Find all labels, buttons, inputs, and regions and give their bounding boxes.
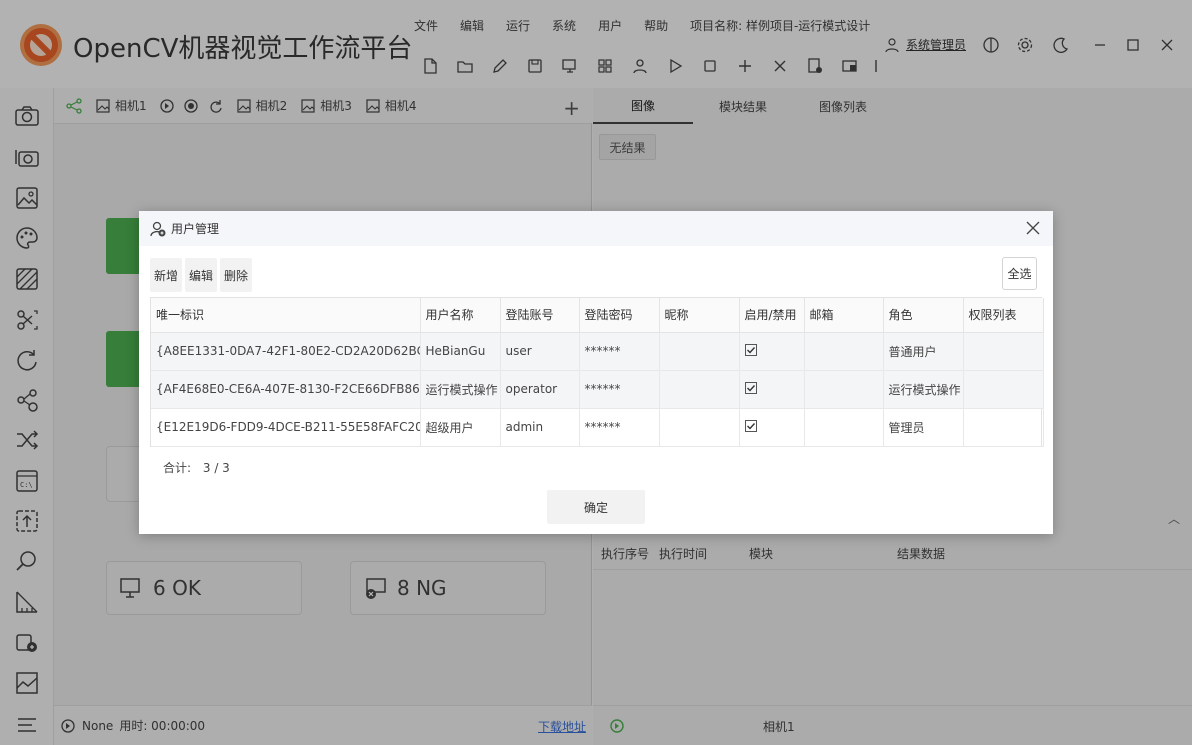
user-management-dialog: 用户管理 新增 编辑 删除 全选 唯一标识 用户名称 登陆账号 登陆密码 昵称 … [139,211,1053,534]
cell-nickname [659,408,740,447]
confirm-button[interactable]: 确定 [547,490,645,524]
enabled-checkbox[interactable] [744,344,757,356]
table-row[interactable]: {A8EE1331-0DA7-42F1-80E2-CD2A20D62BC9} H… [151,332,1044,371]
delete-user-button[interactable]: 删除 [220,258,252,292]
cell-role: 运行模式操作 [883,370,964,409]
dialog-header: 用户管理 [139,211,1053,246]
total-label: 合计: [163,461,192,475]
user-table: 唯一标识 用户名称 登陆账号 登陆密码 昵称 启用/禁用 邮箱 角色 权限列表 … [150,297,1044,447]
cell-id: {E12E19D6-FDD9-4DCE-B211-55E58FAFC207} [151,408,421,447]
cell-enabled [739,332,805,371]
cell-permissions [963,370,1044,409]
cell-account: operator [500,370,580,409]
cell-email [804,408,884,447]
cell-email [804,370,884,409]
cell-password: ****** [579,408,660,447]
add-user-button[interactable]: 新增 [150,258,182,292]
cell-email [804,332,884,371]
cell-permissions [963,408,1044,447]
cell-password: ****** [579,332,660,371]
table-row[interactable]: {E12E19D6-FDD9-4DCE-B211-55E58FAFC207} 超… [151,408,1044,447]
col-permissions[interactable]: 权限列表 [963,298,1044,333]
col-account[interactable]: 登陆账号 [500,298,580,333]
cell-username: 超级用户 [420,408,501,447]
table-header-row: 唯一标识 用户名称 登陆账号 登陆密码 昵称 启用/禁用 邮箱 角色 权限列表 [151,298,1044,333]
col-email[interactable]: 邮箱 [804,298,884,333]
col-id[interactable]: 唯一标识 [151,298,421,333]
cell-role: 管理员 [883,408,964,447]
col-nickname[interactable]: 昵称 [659,298,740,333]
col-username[interactable]: 用户名称 [420,298,501,333]
edit-user-button[interactable]: 编辑 [185,258,217,292]
cell-username: 运行模式操作 [420,370,501,409]
total-value: 3 / 3 [202,461,230,475]
dialog-title: 用户管理 [171,222,220,236]
col-password[interactable]: 登陆密码 [579,298,660,333]
cell-username: HeBianGu [420,332,501,371]
select-all-button[interactable]: 全选 [1002,257,1037,290]
enabled-checkbox[interactable] [744,420,757,432]
cell-role: 普通用户 [883,332,964,371]
col-role[interactable]: 角色 [883,298,964,333]
enabled-checkbox[interactable] [744,382,757,394]
cell-id: {A8EE1331-0DA7-42F1-80E2-CD2A20D62BC9} [151,332,421,371]
cell-account: admin [500,408,580,447]
cell-permissions [963,332,1044,371]
table-row[interactable]: {AF4E68E0-CE6A-407E-8130-F2CE66DFB86F} 运… [151,370,1044,409]
user-add-icon [150,221,166,236]
cell-password: ****** [579,370,660,409]
cell-id: {AF4E68E0-CE6A-407E-8130-F2CE66DFB86F} [151,370,421,409]
col-enabled[interactable]: 启用/禁用 [739,298,805,333]
cell-account: user [500,332,580,371]
total-count: 合计: 3 / 3 [163,459,230,476]
close-icon[interactable] [1025,220,1041,236]
cell-nickname [659,370,740,409]
cell-enabled [739,370,805,409]
cell-nickname [659,332,740,371]
cell-enabled [739,408,805,447]
